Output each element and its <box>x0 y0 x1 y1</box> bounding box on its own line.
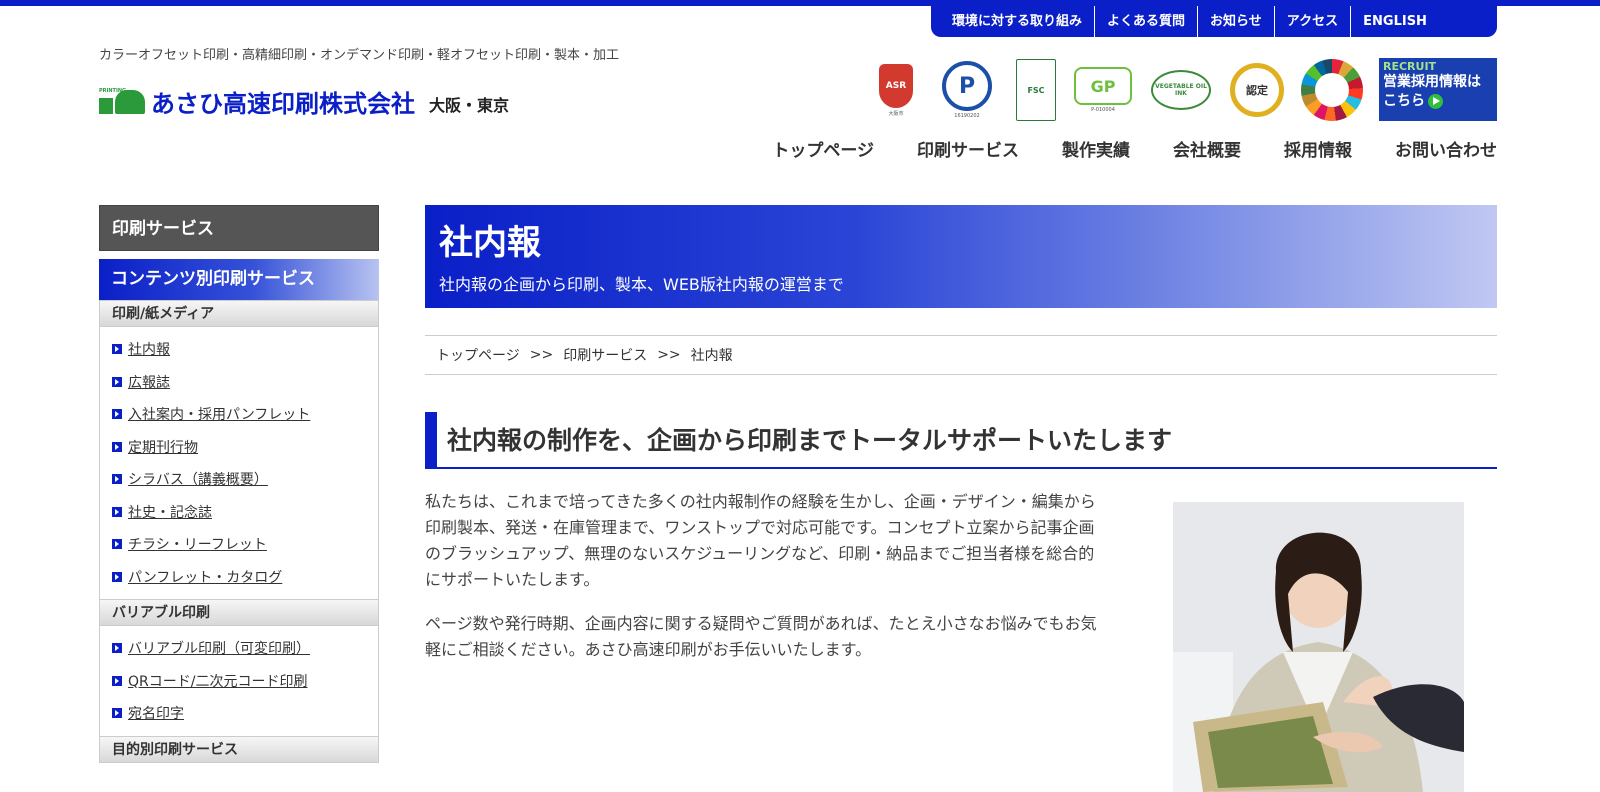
bullet-arrow-icon <box>112 675 122 686</box>
recruit-banner[interactable]: RECRUIT 営業採用情報は こちら <box>1379 58 1497 121</box>
nav-works[interactable]: 製作実績 <box>1062 138 1130 164</box>
util-link-environment[interactable]: 環境に対する取り組み <box>940 6 1096 37</box>
body-paragraph: ページ数や発行時期、企画内容に関する疑問やご質問があれば、たとえ小さなお悩みでも… <box>425 614 1097 659</box>
sidebar-heading: 印刷サービス <box>99 205 379 251</box>
bullet-arrow-icon <box>112 643 122 654</box>
util-link-access[interactable]: アクセス <box>1275 6 1352 37</box>
sidebar-item-qr-code[interactable]: QRコード/二次元コード印刷 <box>100 665 378 698</box>
recruit-line2: こちら <box>1383 93 1425 109</box>
nav-contact[interactable]: お問い合わせ <box>1395 138 1497 164</box>
sidebar-category-title: 印刷/紙メディア <box>100 300 378 327</box>
sidebar-item-address-print[interactable]: 宛名印字 <box>100 697 378 730</box>
nav-top-page[interactable]: トップページ <box>772 138 874 164</box>
recruit-label: RECRUIT <box>1383 60 1437 73</box>
company-logo[interactable]: PRINTING あさひ高速印刷株式会社 大阪・東京 <box>99 88 509 118</box>
company-name: あさひ高速印刷株式会社 <box>151 90 415 118</box>
breadcrumb-top[interactable]: トップページ <box>436 345 520 365</box>
body-paragraph: 私たちは、これまで培ってきた多くの社内報制作の経験を生かし、企画・デザイン・編集… <box>425 492 1096 589</box>
sidebar: 印刷サービス コンテンツ別印刷サービス 印刷/紙メディア 社内報 広報誌 入社案… <box>99 205 379 792</box>
sidebar-category-title: バリアブル印刷 <box>100 599 378 626</box>
sidebar-item-recruit-pamphlet[interactable]: 入社案内・採用パンフレット <box>100 398 378 431</box>
breadcrumb-current: 社内報 <box>690 348 733 364</box>
bullet-arrow-icon <box>112 708 122 719</box>
asr-badge-icon: ASR 大阪市 <box>876 58 916 122</box>
header-tagline: カラーオフセット印刷・高精細印刷・オンデマンド印刷・軽オフセット印刷・製本・加工 <box>99 48 620 63</box>
util-link-english[interactable]: ENGLISH <box>1351 6 1439 37</box>
bullet-arrow-icon <box>112 571 122 582</box>
breadcrumb-services[interactable]: 印刷サービス <box>563 345 647 365</box>
sidebar-item-catalog[interactable]: パンフレット・カタログ <box>100 561 378 594</box>
main-nav: トップページ 印刷サービス 製作実績 会社概要 採用情報 お問い合わせ <box>729 138 1497 164</box>
green-printing-icon: GP P-010004 <box>1072 58 1134 122</box>
company-locations: 大阪・東京 <box>429 96 510 115</box>
nav-print-services[interactable]: 印刷サービス <box>917 138 1019 164</box>
breadcrumb: トップページ >> 印刷サービス >> 社内報 <box>425 335 1497 375</box>
sidebar-category-box: 印刷/紙メディア 社内報 広報誌 入社案内・採用パンフレット 定期刊行物 シラバ… <box>99 300 379 763</box>
page-subtitle: 社内報の企画から印刷、製本、WEB版社内報の運営まで <box>439 275 844 294</box>
bullet-arrow-icon <box>112 539 122 550</box>
recruit-line1: 営業採用情報は <box>1383 74 1481 90</box>
nav-recruit[interactable]: 採用情報 <box>1284 138 1352 164</box>
util-link-faq[interactable]: よくある質問 <box>1095 6 1199 37</box>
sidebar-item-kohoshi[interactable]: 広報誌 <box>100 366 378 399</box>
page-title: 社内報 <box>439 223 541 263</box>
breadcrumb-separator: >> <box>529 347 554 363</box>
logo-mark-icon: PRINTING <box>99 88 145 118</box>
sidebar-item-shanaiho[interactable]: 社内報 <box>100 333 378 366</box>
sidebar-subheading: コンテンツ別印刷サービス <box>99 259 379 300</box>
bullet-arrow-icon <box>112 474 122 485</box>
sidebar-item-periodicals[interactable]: 定期刊行物 <box>100 431 378 464</box>
nintei-badge-icon: 認定 <box>1228 58 1286 122</box>
bullet-arrow-icon <box>112 344 122 355</box>
util-link-news[interactable]: お知らせ <box>1198 6 1275 37</box>
sidebar-item-variable-print[interactable]: バリアブル印刷（可変印刷） <box>100 632 378 665</box>
page-hero: 社内報 社内報の企画から印刷、製本、WEB版社内報の運営まで <box>425 205 1497 308</box>
bullet-arrow-icon <box>112 441 122 452</box>
business-woman-photo <box>1173 502 1464 792</box>
section-body: 私たちは、これまで培ってきた多くの社内報制作の経験を生かし、企画・デザイン・編集… <box>425 489 1107 681</box>
utility-nav: 環境に対する取り組み よくある質問 お知らせ アクセス ENGLISH <box>931 6 1497 37</box>
sidebar-item-syllabus[interactable]: シラバス（講義概要） <box>100 463 378 496</box>
play-arrow-icon <box>1428 94 1443 109</box>
privacy-mark-icon: P 16190202 <box>940 58 994 122</box>
vegetable-oil-ink-icon: VEGETABLE OIL INK <box>1150 58 1212 122</box>
breadcrumb-separator: >> <box>657 347 681 363</box>
nav-company[interactable]: 会社概要 <box>1173 138 1241 164</box>
fsc-badge-icon: FSC <box>1015 58 1057 122</box>
sidebar-category-title: 目的別印刷サービス <box>100 735 378 763</box>
sdgs-wheel-icon <box>1301 58 1363 122</box>
section-title: 社内報の制作を、企画から印刷までトータルサポートいたします <box>425 412 1497 469</box>
bullet-arrow-icon <box>112 506 122 517</box>
sidebar-item-company-history[interactable]: 社史・記念誌 <box>100 496 378 529</box>
bullet-arrow-icon <box>112 409 122 420</box>
bullet-arrow-icon <box>112 376 122 387</box>
sidebar-item-flyer[interactable]: チラシ・リーフレット <box>100 528 378 561</box>
